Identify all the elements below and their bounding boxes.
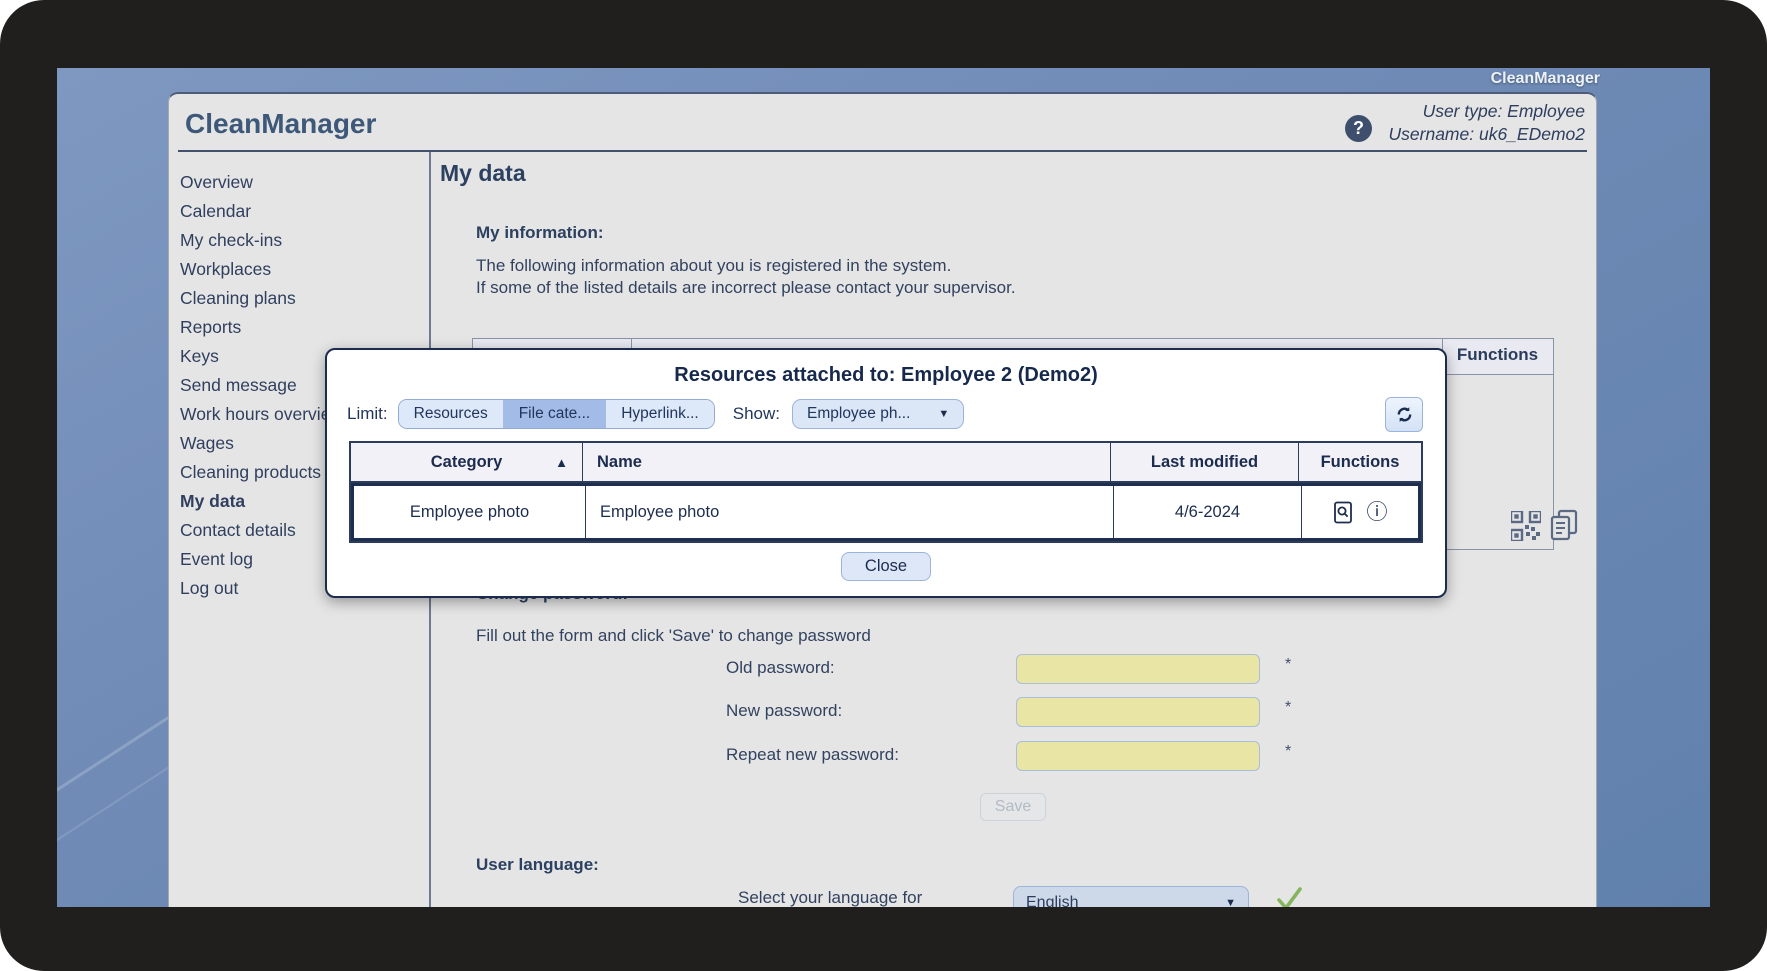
change-password-intro: Fill out the form and click 'Save' to ch…	[476, 626, 871, 646]
sidebar-item-cleaning-plans[interactable]: Cleaning plans	[180, 284, 440, 313]
table-row[interactable]: Employee photo Employee photo 4/6-2024	[351, 483, 1421, 541]
column-header-category[interactable]: Category ▲	[351, 443, 583, 481]
page-title: My data	[440, 160, 526, 187]
show-label: Show:	[733, 404, 780, 424]
new-password-field[interactable]	[1016, 697, 1260, 727]
language-dropdown-value: English	[1026, 894, 1078, 907]
column-header-last-modified[interactable]: Last modified	[1111, 443, 1299, 481]
modal-title: Resources attached to: Employee 2 (Demo2…	[327, 350, 1445, 387]
check-icon	[1275, 886, 1303, 907]
info-icon[interactable]: ⓘ	[1367, 502, 1388, 523]
new-password-label: New password:	[726, 701, 842, 721]
header-divider	[178, 150, 1587, 152]
tab-hyperlinks[interactable]: Hyperlink...	[605, 400, 714, 428]
app-title: CleanManager	[185, 108, 376, 140]
resources-modal: Resources attached to: Employee 2 (Demo2…	[325, 348, 1447, 598]
sidebar-item-overview[interactable]: Overview	[180, 168, 440, 197]
save-button[interactable]: Save	[980, 793, 1046, 821]
sidebar-item-reports[interactable]: Reports	[180, 313, 440, 342]
resources-table-header: Category ▲ Name Last modified Functions	[351, 443, 1421, 483]
repeat-new-password-field[interactable]	[1016, 741, 1260, 771]
refresh-icon	[1394, 404, 1415, 425]
sidebar-item-my-check-ins[interactable]: My check-ins	[180, 226, 440, 255]
window-title: CleanManager	[1491, 70, 1600, 88]
cell-last-modified: 4/6-2024	[1114, 486, 1302, 538]
user-meta: User type: Employee Username: uk6_EDemo2	[1389, 100, 1585, 146]
column-header-name[interactable]: Name	[583, 443, 1111, 481]
cell-name: Employee photo	[586, 486, 1114, 538]
modal-footer: Close	[327, 552, 1445, 581]
chevron-down-icon: ▼	[938, 408, 949, 420]
username-label: Username: uk6_EDemo2	[1389, 123, 1585, 146]
limit-tabs: Resources File cate... Hyperlink...	[398, 399, 715, 429]
desktop-background: CleanManager CleanManager ? User type: E…	[57, 68, 1710, 907]
chevron-down-icon: ▼	[1225, 897, 1236, 907]
required-marker: *	[1285, 656, 1291, 674]
help-icon[interactable]: ?	[1345, 115, 1372, 142]
language-dropdown[interactable]: English ▼	[1013, 886, 1249, 907]
my-information-text: If some of the listed details are incorr…	[476, 278, 1016, 298]
limit-label: Limit:	[347, 404, 388, 424]
sort-asc-icon: ▲	[555, 455, 568, 470]
tab-file-categories[interactable]: File cate...	[503, 400, 606, 428]
tab-resources[interactable]: Resources	[399, 400, 503, 428]
user-language-intro: Select your language for	[738, 888, 922, 907]
qr-code-icon[interactable]	[1511, 511, 1541, 546]
screen: CleanManager CleanManager ? User type: E…	[0, 0, 1767, 971]
repeat-new-password-label: Repeat new password:	[726, 745, 899, 765]
old-password-field[interactable]	[1016, 654, 1260, 684]
resources-table: Category ▲ Name Last modified Functions …	[349, 441, 1423, 543]
show-dropdown[interactable]: Employee ph... ▼	[792, 399, 964, 429]
required-marker: *	[1285, 743, 1291, 761]
cell-functions: ⓘ	[1302, 486, 1418, 538]
sidebar-item-workplaces[interactable]: Workplaces	[180, 255, 440, 284]
user-type-label: User type: Employee	[1389, 100, 1585, 123]
copy-icon[interactable]	[1549, 509, 1579, 546]
show-dropdown-value: Employee ph...	[807, 405, 910, 423]
old-password-label: Old password:	[726, 658, 835, 678]
close-button[interactable]: Close	[841, 552, 931, 581]
sidebar-item-calendar[interactable]: Calendar	[180, 197, 440, 226]
modal-controls: Limit: Resources File cate... Hyperlink.…	[347, 397, 1423, 431]
preview-icon[interactable]	[1333, 501, 1353, 524]
cell-category: Employee photo	[354, 486, 586, 538]
functions-column-header: Functions	[1442, 345, 1553, 365]
refresh-button[interactable]	[1385, 397, 1423, 432]
required-marker: *	[1285, 699, 1291, 717]
my-information-heading: My information:	[476, 223, 604, 243]
user-language-heading: User language:	[476, 855, 599, 875]
my-information-text: The following information about you is r…	[476, 256, 951, 276]
column-header-functions: Functions	[1299, 443, 1421, 481]
